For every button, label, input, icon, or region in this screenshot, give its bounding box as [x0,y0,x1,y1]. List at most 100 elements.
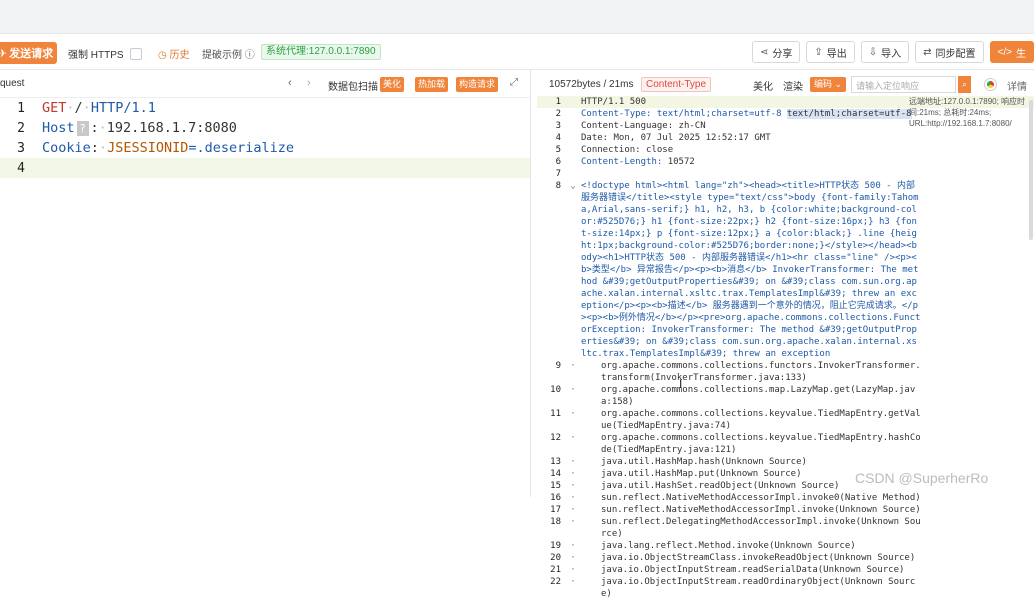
share-icon: ⋖ [760,47,768,58]
indent-marker: · [565,432,581,456]
response-line: 6Content-Length: 10572 [537,156,1034,168]
line-number: 16 [537,492,565,504]
line-number: 13 [537,456,565,468]
stack-trace-line: 16·sun.reflect.NativeMethodAccessorImpl.… [537,492,1034,504]
host-line: 2 Host?:·192.168.1.7:8080 [0,118,530,138]
indent-marker: · [565,516,581,540]
response-line: 7 [537,168,1034,180]
response-line: 5Connection: close [537,144,1034,156]
trace-text: org.apache.commons.collections.keyvalue.… [581,408,921,432]
request-header: quest ‹ › 数据包扫描 美化 热加载 构造请求 ⤢ [0,70,530,98]
response-beautify-button[interactable]: 美化 [753,78,773,93]
trace-text: org.apache.commons.collections.map.LazyM… [581,384,921,408]
indent-marker: · [565,468,581,480]
stack-trace-line: 18·sun.reflect.DelegatingMethodAccessorI… [537,516,1034,540]
share-button[interactable]: ⋖分享 [752,41,800,63]
response-panel: 10572bytes / 21ms Content-Type 美化 渲染 编码 … [537,70,1034,497]
export-button[interactable]: ⇪导出 [806,41,854,63]
history-button[interactable]: ◷ 历史 [158,46,190,61]
expand-icon[interactable]: ⤢ [510,77,518,88]
chevron-left-icon[interactable]: ‹ [288,77,292,89]
response-line: 8⌄<!doctype html><html lang="zh"><head><… [537,180,1034,360]
indent-marker: · [565,576,581,600]
export-icon: ⇪ [814,47,822,58]
indent-marker: · [565,564,581,576]
stack-trace-line: 12·org.apache.commons.collections.keyval… [537,432,1034,456]
code-icon: </> [998,47,1012,58]
chrome-icon[interactable] [985,79,996,90]
response-body[interactable]: 1HTTP/1.1 500 2Content-Type: text/html;c… [537,96,1034,600]
response-header: 10572bytes / 21ms Content-Type 美化 渲染 编码 … [537,70,1034,98]
force-https-toggle[interactable]: 强制 HTTPS [68,46,142,61]
response-scrollbar[interactable] [1029,100,1033,240]
detail-button[interactable]: 详情 [1007,78,1027,93]
line-number: 9 [537,360,565,384]
trace-text: java.io.ObjectStreamClass.invokeReadObje… [581,552,921,564]
trace-text: sun.reflect.DelegatingMethodAccessorImpl… [581,516,921,540]
construct-request-button[interactable]: 构造请求 [456,77,498,92]
line-number: 20 [537,552,565,564]
line-number: 22 [537,576,565,600]
indent-marker: · [565,408,581,432]
stack-trace-line: 22·java.io.ObjectInputStream.readOrdinar… [537,576,1034,600]
line-number: 11 [537,408,565,432]
request-title: quest [0,78,24,89]
response-line: 4Date: Mon, 07 Jul 2025 12:52:17 GMT [537,132,1034,144]
chevron-right-icon[interactable]: › [307,77,311,89]
import-button[interactable]: ⇩导入 [861,41,909,63]
line-number: 21 [537,564,565,576]
indent-marker: · [565,540,581,552]
request-line: 1 GET·/·HTTP/1.1 [0,98,530,118]
encoding-dropdown[interactable]: 编码 ⌄ [810,77,846,92]
trace-text: java.io.ObjectInputStream.readOrdinaryOb… [581,576,921,600]
stack-trace-line: 10·org.apache.commons.collections.map.La… [537,384,1034,408]
watermark: CSDN @SuperherRo [855,470,988,486]
trace-text: java.lang.reflect.Method.invoke(Unknown … [581,540,921,552]
line-number: 14 [537,468,565,480]
request-editor[interactable]: 1 GET·/·HTTP/1.1 2 Host?:·192.168.1.7:80… [0,98,530,178]
send-request-button[interactable]: ✈发送请求 [0,42,57,64]
help-icon: ⓘ [242,50,255,61]
stack-trace-line: 17·sun.reflect.NativeMethodAccessorImpl.… [537,504,1034,516]
response-info: 远端地址:127.0.0.1:7890; 响应时间:21ms; 总耗时:24ms… [909,96,1034,129]
generate-code-button[interactable]: </>生 [990,41,1034,63]
text-cursor-icon: I [679,377,682,391]
line-number: 15 [537,480,565,492]
main-toolbar: ✈发送请求 强制 HTTPS ◷ 历史 提破示例 ⓘ 系统代理:127.0.0.… [0,34,1034,70]
stack-trace-line: 9·org.apache.commons.collections.functor… [537,360,1034,384]
demo-link[interactable]: 提破示例 ⓘ [202,46,255,61]
hotload-button[interactable]: 热加载 [415,77,448,92]
beautify-button[interactable]: 美化 [380,77,404,92]
render-button[interactable]: 渲染 [783,78,803,93]
stack-trace-line: 20·java.io.ObjectStreamClass.invokeReadO… [537,552,1034,564]
sync-icon: ⇄ [923,47,931,58]
search-icon[interactable]: ⌕ [958,76,971,93]
fold-toggle-icon[interactable]: ⌄ [565,180,581,360]
trace-text: java.util.HashMap.hash(Unknown Source) [581,456,921,468]
stack-trace-line: 21·java.io.ObjectInputStream.readSerialD… [537,564,1034,576]
sync-config-button[interactable]: ⇄同步配置 [915,41,983,63]
help-marker-icon: ? [77,121,89,136]
trace-text: org.apache.commons.collections.functors.… [581,360,921,384]
request-panel: quest ‹ › 数据包扫描 美化 热加载 构造请求 ⤢ 1 GET·/·HT… [0,70,531,497]
chevron-down-icon: ⌄ [832,79,842,89]
indent-marker: · [565,384,581,408]
https-checkbox[interactable] [130,48,142,60]
response-size: 10572bytes / 21ms [549,79,634,90]
send-icon: ✈ [0,47,7,60]
indent-marker: · [565,456,581,468]
indent-marker: · [565,552,581,564]
cookie-line: 3 Cookie:·JSESSIONID=.deserialize [0,138,530,158]
response-search-input[interactable]: 请输入定位响应 [851,76,956,93]
proxy-badge[interactable]: 系统代理:127.0.0.1:7890 [261,44,381,60]
indent-marker: · [565,480,581,492]
content-type-badge[interactable]: Content-Type [641,77,711,92]
empty-line: 4 [0,158,530,178]
line-number: 18 [537,516,565,540]
indent-marker: · [565,492,581,504]
import-icon: ⇩ [869,47,877,58]
packet-scan-button[interactable]: 数据包扫描 [328,78,378,93]
stack-trace-line: 13·java.util.HashMap.hash(Unknown Source… [537,456,1034,468]
trace-text: sun.reflect.NativeMethodAccessorImpl.inv… [581,492,921,504]
line-number: 10 [537,384,565,408]
